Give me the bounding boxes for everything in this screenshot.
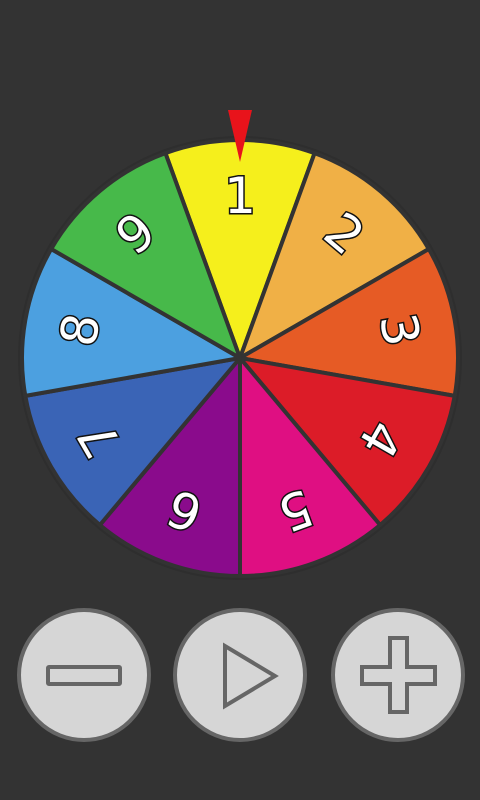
add-segment-button[interactable] [331, 608, 465, 742]
wheel-app: 123456789 [0, 0, 480, 800]
remove-segment-button[interactable] [17, 608, 151, 742]
plus-icon [360, 636, 437, 714]
spin-button[interactable] [173, 608, 307, 742]
control-bar [0, 608, 480, 742]
play-icon [223, 642, 279, 710]
wheel-segment-label: 1 [224, 167, 256, 225]
spin-wheel[interactable]: 123456789 [0, 0, 480, 600]
minus-icon [46, 665, 122, 686]
